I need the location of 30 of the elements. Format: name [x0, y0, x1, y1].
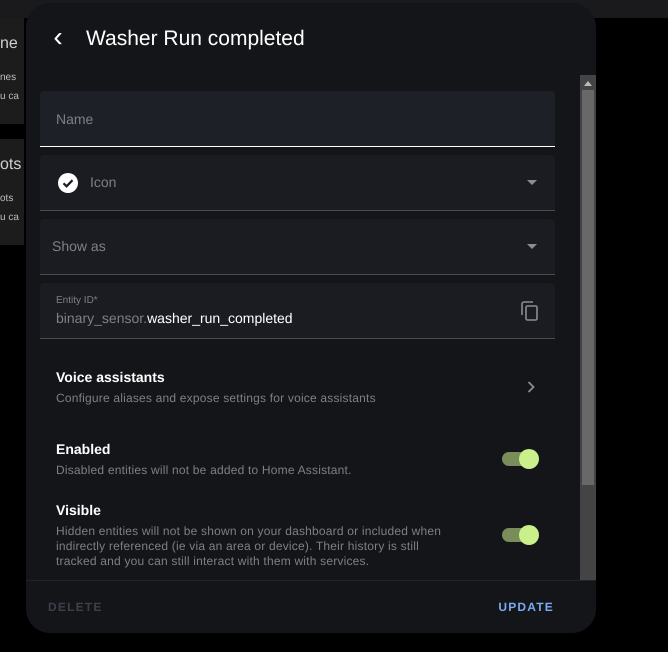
- setting-title: Voice assistants: [56, 368, 165, 387]
- text-button[interactable]: UPDATE: [498, 598, 554, 616]
- setting-description: Configure aliases and expose settings for voice assistants: [56, 391, 377, 406]
- entity-id-value: binary_sensor.washer_run_completed: [56, 308, 293, 328]
- setting-title: Visible: [56, 501, 101, 520]
- field-label: Entity ID*: [56, 294, 98, 308]
- dialog-title: Washer Run completed: [86, 26, 305, 52]
- check-circle-icon: [58, 172, 78, 192]
- name-field[interactable]: Name: [40, 91, 555, 147]
- setting-description: Hidden entities will not be shown on your dashboard or included when indirectly referenced (ie via an area or device). Their history is still tracked and you can still interact with them with services.: [56, 524, 442, 569]
- card-text: u ca: [0, 211, 19, 225]
- card-heading: ne: [0, 34, 18, 54]
- show-as-select[interactable]: Show as: [40, 219, 555, 275]
- dropdown-caret-icon: [527, 244, 537, 249]
- setting-title: Enabled: [56, 440, 110, 459]
- chevron-right-icon[interactable]: [527, 380, 535, 392]
- entity-id-field[interactable]: Entity ID* binary_sensor.washer_run_completed: [40, 283, 555, 339]
- card-text: nes: [0, 71, 16, 85]
- toggle-switch[interactable]: [501, 524, 539, 544]
- scroll-up-icon[interactable]: [584, 81, 592, 86]
- card-text: u ca: [0, 90, 19, 104]
- dropdown-caret-icon: [527, 180, 537, 185]
- card-text: ots: [0, 192, 14, 206]
- card-heading: ots: [0, 155, 22, 175]
- toggle-switch[interactable]: [501, 448, 539, 468]
- setting-description: Disabled entities will not be added to Home Assistant.: [56, 463, 353, 478]
- icon-select-field[interactable]: Icon: [40, 155, 555, 211]
- back-button[interactable]: ‹: [46, 23, 70, 55]
- scrollbar[interactable]: [580, 75, 596, 580]
- copy-icon[interactable]: [521, 300, 539, 320]
